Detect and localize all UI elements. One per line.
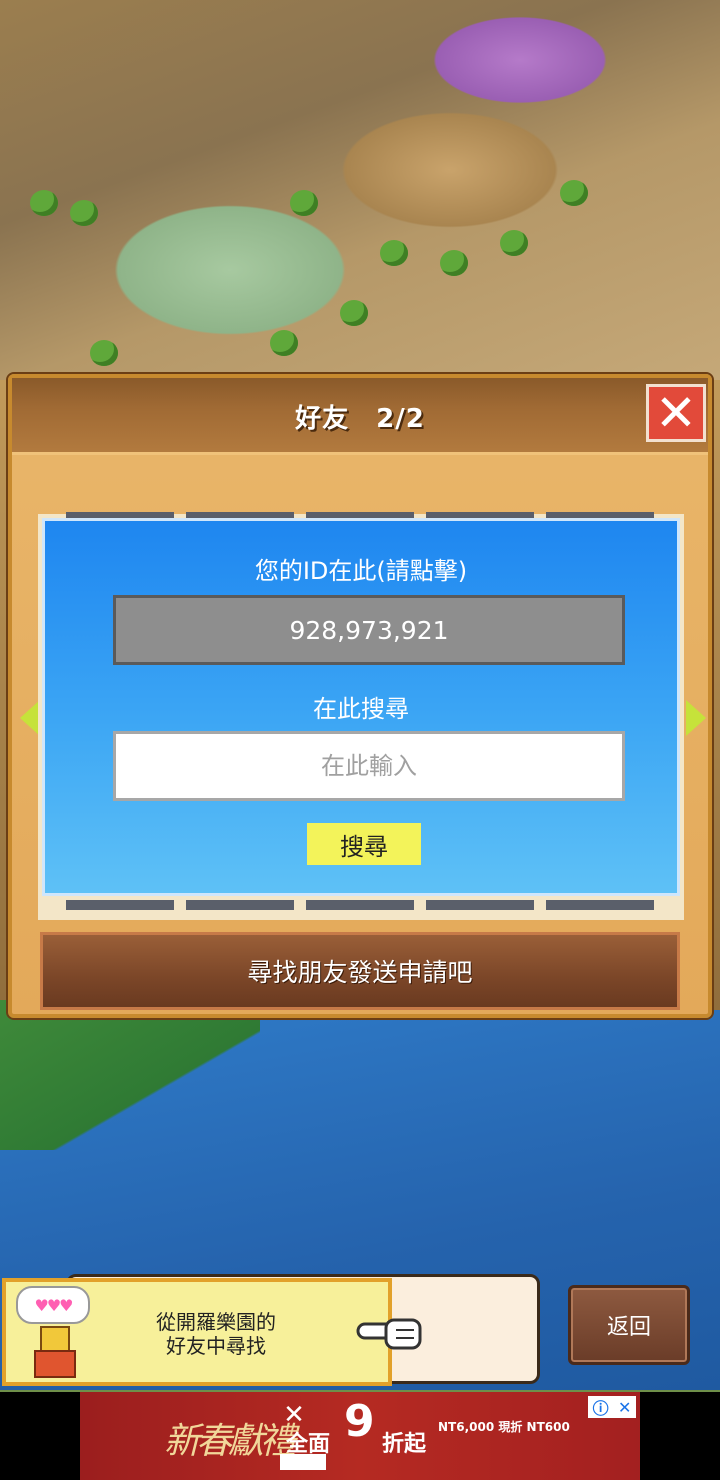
next-page-arrow-icon[interactable] (686, 700, 706, 736)
blurred-grass-area (0, 1000, 260, 1150)
ad-choices[interactable]: ⓘ ✕ (588, 1396, 636, 1418)
tree-icon (290, 190, 318, 216)
id-search-panel: 您的ID在此(請點擊) 928,973,921 在此搜尋 搜尋 (42, 518, 680, 896)
friend-slot (186, 900, 294, 910)
search-button[interactable]: 搜尋 (307, 823, 421, 865)
friend-slot (66, 900, 174, 910)
tree-icon (500, 230, 528, 256)
friend-slot (306, 900, 414, 910)
brand-logo-icon: ✕ (283, 1400, 305, 1430)
find-friends-notice[interactable]: ♥♥♥ 從開羅樂園的 好友中尋找 (2, 1278, 392, 1386)
tree-icon (560, 180, 588, 206)
search-label: 在此搜尋 (313, 695, 409, 723)
robot-head-icon (40, 1326, 70, 1352)
close-icon: ✕ (655, 384, 697, 442)
robot-avatar: ♥♥♥ (16, 1286, 98, 1378)
tree-icon (70, 200, 98, 226)
notice-line-1: 從開羅樂園的 (156, 1310, 276, 1334)
info-icon[interactable]: ⓘ (593, 1395, 609, 1419)
notice-text: 從開羅樂園的 好友中尋找 (116, 1310, 316, 1358)
dialog-titlebar: 好友 2/2 (12, 378, 708, 455)
close-ad-icon[interactable]: ✕ (618, 1398, 631, 1417)
friend-dialog: 好友 2/2 ✕ 您的ID在此(請點擊) 928,973,921 在此搜尋 搜尋 (8, 374, 712, 1018)
search-input[interactable] (113, 731, 625, 801)
pointing-hand-icon (356, 1318, 422, 1350)
tree-icon (340, 300, 368, 326)
tree-icon (270, 330, 298, 356)
close-button[interactable]: ✕ (646, 384, 706, 442)
tree-icon (440, 250, 468, 276)
ad-cta (280, 1454, 326, 1470)
ad-calligraphy: 新春獻禮 (164, 1421, 296, 1462)
game-screen: 好友 2/2 ✕ 您的ID在此(請點擊) 928,973,921 在此搜尋 搜尋 (0, 0, 720, 1480)
friend-slot (426, 900, 534, 910)
your-id-label: 您的ID在此(請點擊) (254, 557, 468, 585)
ad-headline-number: 9 (344, 1396, 375, 1447)
ad-headline-part2: 折起 (382, 1432, 427, 1457)
dialog-title: 好友 2/2 (295, 404, 425, 434)
friend-slot (546, 900, 654, 910)
tree-icon (380, 240, 408, 266)
tree-icon (30, 190, 58, 216)
robot-body-icon (34, 1350, 76, 1378)
ad-price-text: NT6,000 現折 NT600 (438, 1420, 570, 1434)
hearts-icon: ♥♥♥ (16, 1286, 90, 1324)
notice-line-2: 好友中尋找 (166, 1334, 266, 1358)
send-request-button[interactable]: 尋找朋友發送申請吧 (40, 932, 680, 1010)
back-button[interactable]: 返回 (568, 1285, 690, 1365)
previous-page-arrow-icon[interactable] (20, 700, 40, 736)
your-id-value[interactable]: 928,973,921 (113, 595, 625, 665)
ad-banner[interactable]: 新春獻禮 ✕ 全面 9 折起 NT6,000 現折 NT600 (80, 1392, 640, 1480)
tree-icon (90, 340, 118, 366)
